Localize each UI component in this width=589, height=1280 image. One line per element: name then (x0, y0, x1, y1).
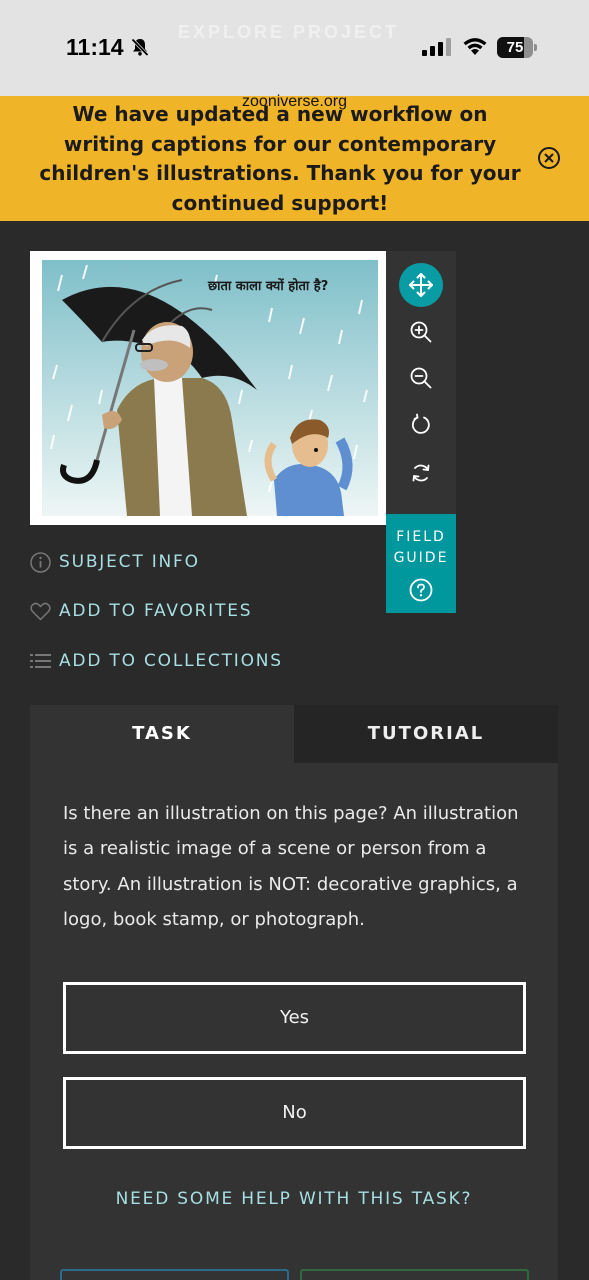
subject-image[interactable]: छाता काला क्यों होता है? (30, 251, 386, 525)
close-icon[interactable] (537, 146, 561, 170)
reset-icon (412, 464, 430, 482)
cellular-signal-icon (422, 38, 451, 56)
task-panel: Is there an illustration on this page? A… (30, 763, 558, 1280)
list-icon (30, 654, 51, 668)
bell-muted-icon (131, 38, 149, 57)
move-icon (409, 273, 433, 297)
add-to-favorites-label: ADD TO FAVORITES (59, 601, 253, 621)
explore-project-ghost-text: EXPLORE PROJECT (178, 22, 400, 42)
info-icon (30, 551, 51, 573)
viewer-toolbar (386, 251, 456, 515)
task-tabs: TASK TUTORIAL (30, 705, 558, 763)
tab-task[interactable]: TASK (30, 705, 294, 763)
help-circle-icon (409, 578, 433, 602)
zoom-in-button[interactable] (399, 310, 443, 354)
add-to-collections-label: ADD TO COLLECTIONS (59, 651, 283, 671)
wifi-icon (463, 38, 487, 55)
answer-no-button[interactable]: No (63, 1077, 526, 1149)
field-guide-label-line2: GUIDE (393, 550, 449, 566)
status-time: 11:14 (66, 34, 124, 60)
rotate-icon (411, 413, 430, 434)
subject-illustration: छाता काला क्यों होता है? (42, 260, 378, 516)
battery-indicator: 75 (497, 37, 537, 58)
announcement-message: We have updated a new workflow on writin… (39, 102, 521, 215)
field-guide-label-line1: FIELD (396, 529, 446, 545)
back-button[interactable] (60, 1269, 289, 1280)
zoom-in-icon (410, 321, 432, 343)
add-to-favorites-link[interactable]: ADD TO FAVORITES (30, 599, 252, 623)
field-guide-button[interactable]: FIELD GUIDE (386, 514, 456, 613)
reset-view-button[interactable] (399, 451, 443, 495)
subject-info-link[interactable]: SUBJECT INFO (30, 550, 200, 574)
zoom-out-button[interactable] (399, 356, 443, 400)
done-button[interactable] (300, 1269, 529, 1280)
status-bar: EXPLORE PROJECT 11:14 75 (0, 0, 589, 96)
tab-tutorial[interactable]: TUTORIAL (294, 705, 558, 763)
task-question: Is there an illustration on this page? A… (63, 803, 519, 930)
answer-yes-button[interactable]: Yes (63, 982, 526, 1054)
subject-info-label: SUBJECT INFO (59, 552, 200, 572)
browser-url[interactable]: zooniverse.org (0, 93, 589, 111)
battery-level: 75 (506, 39, 524, 56)
add-to-collections-link[interactable]: ADD TO COLLECTIONS (30, 649, 283, 673)
heart-icon (30, 602, 51, 620)
task-help-link[interactable]: NEED SOME HELP WITH THIS TASK? (30, 1189, 558, 1209)
rotate-button[interactable] (399, 403, 443, 447)
subject-caption: छाता काला क्यों होता है? (207, 278, 328, 294)
move-tool-button[interactable] (399, 263, 443, 307)
zoom-out-icon (410, 367, 432, 389)
